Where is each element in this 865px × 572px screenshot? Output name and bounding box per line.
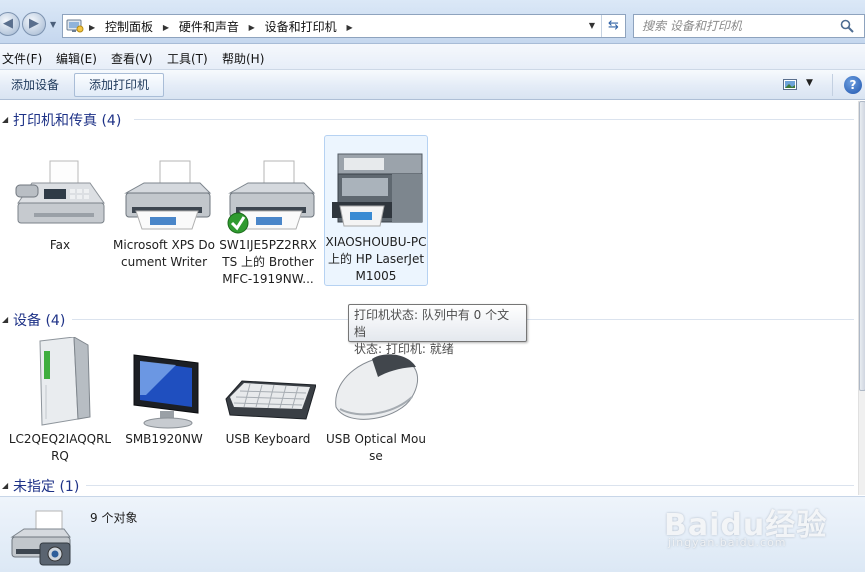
back-arrow-icon: ◀ xyxy=(3,16,13,31)
fax-icon xyxy=(15,160,105,224)
toolbar-divider xyxy=(832,74,833,96)
device-item-fax[interactable]: Fax xyxy=(8,155,112,254)
device-label: SW1IJE5PZ2RRXTS 上的 Brother MFC-1919NW... xyxy=(219,238,317,286)
baidu-watermark: Baidu经验 jingyan.baidu.com xyxy=(664,478,826,558)
breadcrumb-separator-icon[interactable]: ▶ xyxy=(346,23,352,32)
command-bar: 添加设备 添加打印机 ▼ ? xyxy=(0,70,865,100)
keyboard-icon xyxy=(225,380,316,420)
laserjet-printer-icon xyxy=(332,153,423,227)
address-dropdown-icon[interactable]: ▼ xyxy=(589,21,595,30)
collapse-triangle-icon[interactable]: ◢ xyxy=(2,315,8,324)
device-item-computer[interactable]: LC2QEQ2IAQQRLRQ xyxy=(8,337,112,465)
default-printer-icon xyxy=(227,160,316,234)
view-dropdown-icon[interactable]: ▼ xyxy=(806,78,813,88)
menu-bar: 文件(F) 编辑(E) 查看(V) 工具(T) 帮助(H) xyxy=(0,44,865,70)
scrollbar-thumb[interactable] xyxy=(859,101,865,391)
group-title: 设备 (4) xyxy=(13,313,66,329)
tooltip-queue-status: 打印机状态: 队列中有 0 个文档 xyxy=(354,308,510,339)
breadcrumb: ▶ 控制面板 ▶ 硬件和声音 ▶ 设备和打印机 ▶ xyxy=(89,18,359,35)
computer-tower-icon xyxy=(39,337,91,426)
printer-status-tooltip: 打印机状态: 队列中有 0 个文档 状态: 打印机: 就绪 xyxy=(348,304,527,356)
menu-help[interactable]: 帮助(H) xyxy=(222,50,264,67)
menu-view[interactable]: 查看(V) xyxy=(111,50,153,67)
forward-button[interactable]: ▶ xyxy=(22,12,46,36)
menu-tools[interactable]: 工具(T) xyxy=(167,50,208,67)
menu-file[interactable]: 文件(F) xyxy=(2,50,42,67)
collapse-triangle-icon[interactable]: ◢ xyxy=(2,115,8,124)
device-item-xps-writer[interactable]: Microsoft XPS Document Writer xyxy=(112,155,216,271)
device-item-keyboard[interactable]: USB Keyboard xyxy=(216,337,320,448)
device-label: USB Optical Mouse xyxy=(326,432,426,463)
search-icon[interactable] xyxy=(840,19,854,33)
device-item-hp-laserjet[interactable]: XIAOSHOUBU-PC 上的 HP LaserJet M1005 xyxy=(324,135,428,286)
printer-icon xyxy=(124,160,212,230)
search-input[interactable] xyxy=(634,15,824,37)
device-label: Microsoft XPS Document Writer xyxy=(113,238,215,269)
watermark-url: jingyan.baidu.com xyxy=(668,536,787,549)
device-label: SMB1920NW xyxy=(125,432,203,446)
address-field[interactable]: ▶ 控制面板 ▶ 硬件和声音 ▶ 设备和打印机 ▶ ▼ ⇆ xyxy=(62,14,626,38)
recent-pages-dropdown-icon[interactable]: ▼ xyxy=(50,20,56,29)
group-divider xyxy=(134,119,854,120)
device-list: ◢ 打印机和传真 (4) Fax Microsoft XPS Document … xyxy=(0,101,858,495)
change-view-icon[interactable] xyxy=(783,79,797,90)
breadcrumb-control-panel[interactable]: 控制面板 xyxy=(105,20,153,34)
menu-edit[interactable]: 编辑(E) xyxy=(56,50,97,67)
forward-arrow-icon: ▶ xyxy=(29,16,39,31)
device-label: Fax xyxy=(49,238,71,252)
breadcrumb-hardware-sound[interactable]: 硬件和声音 xyxy=(179,20,239,34)
monitor-icon xyxy=(133,354,199,429)
vertical-scrollbar[interactable] xyxy=(858,101,865,495)
group-header-printers[interactable]: ◢ 打印机和传真 (4) xyxy=(0,109,858,131)
device-label: USB Keyboard xyxy=(225,432,311,446)
breadcrumb-separator-icon: ▶ xyxy=(89,23,96,32)
search-box[interactable] xyxy=(633,14,865,38)
add-printer-button[interactable]: 添加打印机 xyxy=(74,73,164,97)
collapse-triangle-icon[interactable]: ◢ xyxy=(2,481,8,490)
device-item-monitor[interactable]: SMB1920NW xyxy=(112,337,216,448)
tooltip-printer-status: 状态: 打印机: 就绪 xyxy=(354,342,454,356)
group-title: 未指定 (1) xyxy=(13,479,80,495)
refresh-button[interactable]: ⇆ xyxy=(601,15,625,37)
add-device-button[interactable]: 添加设备 xyxy=(0,73,70,97)
devices-printers-icon xyxy=(10,510,71,566)
item-count: 9 个对象 xyxy=(90,511,138,525)
device-item-brother-printer[interactable]: SW1IJE5PZ2RRXTS 上的 Brother MFC-1919NW... xyxy=(216,155,320,288)
breadcrumb-devices-printers[interactable]: 设备和打印机 xyxy=(265,20,337,34)
address-bar: ◀ ▶ ▼ ▶ 控制面板 ▶ 硬件和声音 ▶ 设备和打印机 ▶ ▼ ⇆ xyxy=(0,0,865,44)
device-label: XIAOSHOUBU-PC 上的 HP LaserJet M1005 xyxy=(325,235,427,283)
device-label: LC2QEQ2IAQQRLRQ xyxy=(8,432,112,463)
breadcrumb-separator-icon[interactable]: ▶ xyxy=(249,23,255,32)
refresh-icon: ⇆ xyxy=(608,18,619,33)
breadcrumb-separator-icon[interactable]: ▶ xyxy=(163,23,169,32)
help-icon[interactable]: ? xyxy=(844,76,862,94)
back-button[interactable]: ◀ xyxy=(0,12,20,36)
control-panel-icon xyxy=(66,19,84,33)
group-title: 打印机和传真 (4) xyxy=(13,113,122,129)
